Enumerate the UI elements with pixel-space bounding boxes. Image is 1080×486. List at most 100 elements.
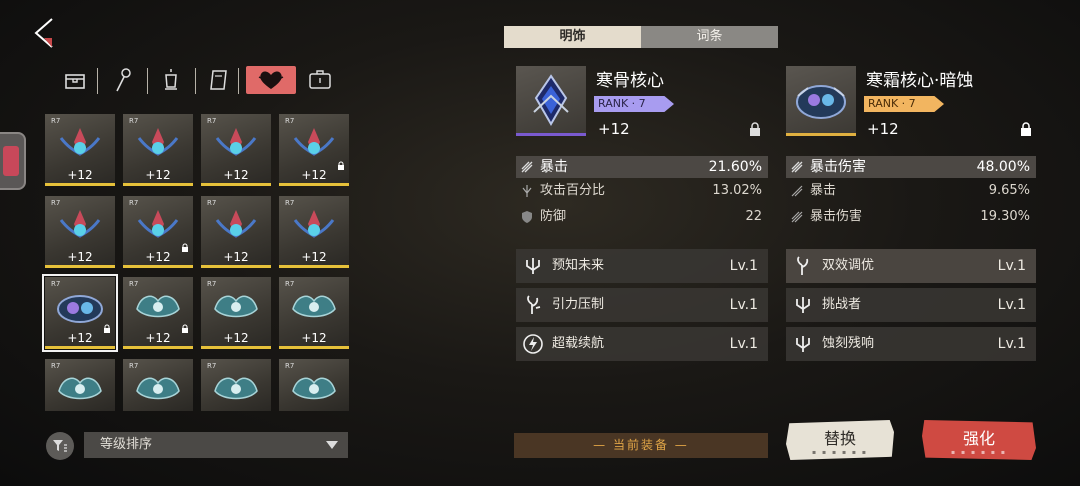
item-icon [131,369,185,411]
skill-row[interactable]: 蚀刻残响 Lv.1 [786,327,1036,361]
compare-item-thumbnail [786,66,856,136]
chest-icon [65,74,85,89]
grid-item[interactable]: R7 +12 [123,196,193,268]
trident-icon [796,297,810,313]
frost-core-icon [796,85,846,119]
crit-damage-icon [791,161,803,173]
skill-row[interactable]: 挑战者 Lv.1 [786,288,1036,322]
rarity-bar [516,133,586,136]
frost-core-icon [57,295,103,323]
skill-level: Lv.1 [997,336,1026,352]
scepter-icon [116,68,131,92]
dual-effect-icon [797,256,809,275]
category-chest[interactable] [58,66,92,94]
filter-icon [53,440,67,452]
lotus-core-icon [215,210,257,238]
lantern-icon [165,69,177,90]
replace-button[interactable]: 替换 ▪ ▪ ▪ ▪ ▪ ▪ [786,420,894,460]
compare-item-rank: RANK · 7 [864,96,944,112]
compare-item-level: +12 [867,120,899,138]
grid-item[interactable]: R7 +12 [201,196,271,268]
current-item-level: +12 [598,120,630,138]
rarity-bar [279,265,349,268]
grid-item[interactable]: R7 +12 [45,114,115,186]
lock-icon [103,319,111,338]
attack-percent-icon [522,185,532,197]
category-book[interactable] [202,66,236,94]
enhance-button[interactable]: 强化 ▪ ▪ ▪ ▪ ▪ ▪ [922,420,1036,460]
rarity-bar [123,265,193,268]
sort-dropdown[interactable]: 等级排序 [84,432,348,458]
grid-item[interactable]: R7 [279,359,349,411]
grid-item[interactable]: R7 +12 [45,196,115,268]
grid-item[interactable]: R7 [201,359,271,411]
teal-core-icon [136,377,180,400]
item-level: +12 [67,168,93,182]
chevron-down-icon [326,441,338,449]
compare-item-name: 寒霜核心·暗蚀 [866,71,974,91]
grid-item[interactable]: R7 +12 [42,274,118,352]
tab-ci-tiao[interactable]: 词条 [641,26,778,48]
category-scepter[interactable] [106,66,140,94]
item-icon [53,124,107,168]
rarity-bar [201,183,271,186]
tab-ming-shi[interactable]: 明饰 [504,26,641,48]
grid-item[interactable]: R7 [45,359,115,411]
current-item-thumbnail [516,66,586,136]
item-level: +12 [223,250,249,264]
divider [195,68,196,94]
skill-row[interactable]: 引力压制 Lv.1 [516,288,768,322]
lock-icon[interactable] [1020,122,1032,141]
skill-level: Lv.1 [997,297,1026,313]
lotus-core-icon [59,210,101,238]
category-case[interactable] [303,66,337,94]
grid-item[interactable]: R7 +12 [279,114,349,186]
filter-button[interactable] [46,432,74,460]
grid-item[interactable]: R7 +12 [123,114,193,186]
grid-item[interactable]: R7 +12 [201,114,271,186]
grid-item[interactable]: R7 +12 [201,277,271,349]
button-texture: ▪ ▪ ▪ ▪ ▪ ▪ [951,449,1007,456]
item-level: +12 [301,250,327,264]
crit-damage-icon [791,211,803,223]
lock-icon[interactable] [749,122,761,141]
grid-item[interactable]: R7 +12 [123,277,193,349]
grid-item[interactable]: R7 [123,359,193,411]
skill-row[interactable]: 双效调优 Lv.1 [786,249,1036,283]
skill-level: Lv.1 [997,258,1026,274]
lightning-icon [523,334,543,354]
skill-name: 预知未来 [552,258,605,273]
item-icon [131,124,185,168]
stat-value: 22 [745,209,762,224]
rarity-bar [201,346,271,349]
stat-value: 9.65% [988,183,1030,198]
grid-item[interactable]: R7 +12 [279,277,349,349]
back-button[interactable] [30,16,60,50]
enhance-label: 强化 [962,429,995,448]
item-icon [131,287,185,331]
lock-icon [337,156,345,175]
category-heart[interactable] [246,66,296,94]
teal-core-icon [58,377,102,400]
case-icon [309,70,331,89]
stat-name: 攻击百分比 [540,183,606,198]
crit-icon [521,161,533,173]
skill-row[interactable]: 超载续航 Lv.1 [516,327,768,361]
button-texture: ▪ ▪ ▪ ▪ ▪ ▪ [812,449,868,456]
category-lantern[interactable] [154,66,188,94]
skill-row[interactable]: 预知未来 Lv.1 [516,249,768,283]
skill-name: 超载续航 [552,336,605,351]
item-icon [209,287,263,331]
rarity-bar [123,183,193,186]
item-icon [287,124,341,168]
side-tab[interactable] [0,132,26,190]
item-icon [209,206,263,250]
current-item-name: 寒骨核心 [596,71,664,91]
item-level: +12 [145,168,171,182]
stat-name: 暴击 [540,159,568,175]
teal-core-icon [292,295,336,318]
grid-item[interactable]: R7 +12 [279,196,349,268]
item-icon [53,206,107,250]
teal-core-icon [136,295,180,318]
stat-name: 防御 [540,209,567,224]
